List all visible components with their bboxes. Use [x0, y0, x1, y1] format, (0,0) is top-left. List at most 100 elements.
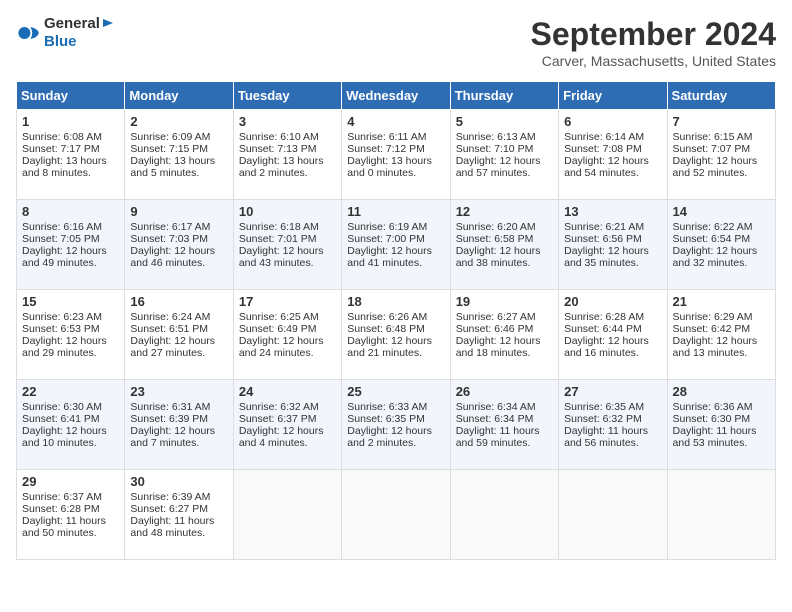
- sunrise-label: Sunrise: 6:28 AM: [564, 311, 644, 323]
- calendar-table: SundayMondayTuesdayWednesdayThursdayFrid…: [16, 81, 776, 560]
- day-number: 22: [22, 384, 119, 399]
- calendar-cell: 7 Sunrise: 6:15 AM Sunset: 7:07 PM Dayli…: [667, 110, 775, 200]
- sunset-label: Sunset: 6:34 PM: [456, 413, 534, 425]
- sunrise-label: Sunrise: 6:37 AM: [22, 491, 102, 503]
- calendar-cell: 20 Sunrise: 6:28 AM Sunset: 6:44 PM Dayl…: [559, 290, 667, 380]
- sunset-label: Sunset: 6:46 PM: [456, 323, 534, 335]
- sunrise-label: Sunrise: 6:26 AM: [347, 311, 427, 323]
- sunrise-label: Sunrise: 6:34 AM: [456, 401, 536, 413]
- sunset-label: Sunset: 6:49 PM: [239, 323, 317, 335]
- sunrise-label: Sunrise: 6:22 AM: [673, 221, 753, 233]
- calendar-cell: 3 Sunrise: 6:10 AM Sunset: 7:13 PM Dayli…: [233, 110, 341, 200]
- sunset-label: Sunset: 6:32 PM: [564, 413, 642, 425]
- week-row-1: 1 Sunrise: 6:08 AM Sunset: 7:17 PM Dayli…: [17, 110, 776, 200]
- calendar-cell: 8 Sunrise: 6:16 AM Sunset: 7:05 PM Dayli…: [17, 200, 125, 290]
- day-number: 8: [22, 204, 119, 219]
- sunrise-label: Sunrise: 6:20 AM: [456, 221, 536, 233]
- week-row-2: 8 Sunrise: 6:16 AM Sunset: 7:05 PM Dayli…: [17, 200, 776, 290]
- calendar-cell: 16 Sunrise: 6:24 AM Sunset: 6:51 PM Dayl…: [125, 290, 233, 380]
- day-number: 12: [456, 204, 553, 219]
- calendar-cell: 17 Sunrise: 6:25 AM Sunset: 6:49 PM Dayl…: [233, 290, 341, 380]
- daylight-label: Daylight: 12 hours and 52 minutes.: [673, 155, 758, 179]
- day-number: 21: [673, 294, 770, 309]
- sunset-label: Sunset: 7:00 PM: [347, 233, 425, 245]
- day-number: 2: [130, 114, 227, 129]
- daylight-label: Daylight: 12 hours and 18 minutes.: [456, 335, 541, 359]
- calendar-cell: 29 Sunrise: 6:37 AM Sunset: 6:28 PM Dayl…: [17, 470, 125, 560]
- calendar-cell: 14 Sunrise: 6:22 AM Sunset: 6:54 PM Dayl…: [667, 200, 775, 290]
- day-number: 5: [456, 114, 553, 129]
- logo-general-text: General: [44, 16, 100, 33]
- sunset-label: Sunset: 6:44 PM: [564, 323, 642, 335]
- daylight-label: Daylight: 12 hours and 27 minutes.: [130, 335, 215, 359]
- day-number: 16: [130, 294, 227, 309]
- day-number: 10: [239, 204, 336, 219]
- header-friday: Friday: [559, 82, 667, 110]
- day-number: 26: [456, 384, 553, 399]
- sunset-label: Sunset: 6:42 PM: [673, 323, 751, 335]
- daylight-label: Daylight: 12 hours and 24 minutes.: [239, 335, 324, 359]
- sunrise-label: Sunrise: 6:15 AM: [673, 131, 753, 143]
- sunrise-label: Sunrise: 6:32 AM: [239, 401, 319, 413]
- day-number: 27: [564, 384, 661, 399]
- daylight-label: Daylight: 11 hours and 50 minutes.: [22, 515, 106, 539]
- day-number: 15: [22, 294, 119, 309]
- day-number: 4: [347, 114, 444, 129]
- day-number: 25: [347, 384, 444, 399]
- sunset-label: Sunset: 6:56 PM: [564, 233, 642, 245]
- daylight-label: Daylight: 12 hours and 49 minutes.: [22, 245, 107, 269]
- sunrise-label: Sunrise: 6:18 AM: [239, 221, 319, 233]
- calendar-cell: 22 Sunrise: 6:30 AM Sunset: 6:41 PM Dayl…: [17, 380, 125, 470]
- daylight-label: Daylight: 12 hours and 57 minutes.: [456, 155, 541, 179]
- sunset-label: Sunset: 7:13 PM: [239, 143, 317, 155]
- day-number: 1: [22, 114, 119, 129]
- sunset-label: Sunset: 6:28 PM: [22, 503, 100, 515]
- sunset-label: Sunset: 6:35 PM: [347, 413, 425, 425]
- calendar-cell: 21 Sunrise: 6:29 AM Sunset: 6:42 PM Dayl…: [667, 290, 775, 380]
- logo-blue-text: Blue: [44, 33, 77, 50]
- day-number: 9: [130, 204, 227, 219]
- header-thursday: Thursday: [450, 82, 558, 110]
- week-row-3: 15 Sunrise: 6:23 AM Sunset: 6:53 PM Dayl…: [17, 290, 776, 380]
- calendar-cell: [233, 470, 341, 560]
- daylight-label: Daylight: 12 hours and 4 minutes.: [239, 425, 324, 449]
- sunrise-label: Sunrise: 6:19 AM: [347, 221, 427, 233]
- calendar-cell: [342, 470, 450, 560]
- sunrise-label: Sunrise: 6:14 AM: [564, 131, 644, 143]
- header-saturday: Saturday: [667, 82, 775, 110]
- sunset-label: Sunset: 6:27 PM: [130, 503, 208, 515]
- calendar-cell: 18 Sunrise: 6:26 AM Sunset: 6:48 PM Dayl…: [342, 290, 450, 380]
- daylight-label: Daylight: 12 hours and 10 minutes.: [22, 425, 107, 449]
- sunset-label: Sunset: 7:17 PM: [22, 143, 100, 155]
- daylight-label: Daylight: 12 hours and 7 minutes.: [130, 425, 215, 449]
- calendar-header-row: SundayMondayTuesdayWednesdayThursdayFrid…: [17, 82, 776, 110]
- daylight-label: Daylight: 12 hours and 32 minutes.: [673, 245, 758, 269]
- sunrise-label: Sunrise: 6:35 AM: [564, 401, 644, 413]
- sunrise-label: Sunrise: 6:30 AM: [22, 401, 102, 413]
- daylight-label: Daylight: 12 hours and 35 minutes.: [564, 245, 649, 269]
- calendar-cell: 2 Sunrise: 6:09 AM Sunset: 7:15 PM Dayli…: [125, 110, 233, 200]
- sunset-label: Sunset: 6:58 PM: [456, 233, 534, 245]
- sunrise-label: Sunrise: 6:29 AM: [673, 311, 753, 323]
- day-number: 30: [130, 474, 227, 489]
- calendar-cell: 25 Sunrise: 6:33 AM Sunset: 6:35 PM Dayl…: [342, 380, 450, 470]
- sunset-label: Sunset: 6:53 PM: [22, 323, 100, 335]
- daylight-label: Daylight: 13 hours and 5 minutes.: [130, 155, 215, 179]
- sunrise-label: Sunrise: 6:39 AM: [130, 491, 210, 503]
- sunset-label: Sunset: 7:05 PM: [22, 233, 100, 245]
- daylight-label: Daylight: 11 hours and 53 minutes.: [673, 425, 757, 449]
- sunset-label: Sunset: 7:12 PM: [347, 143, 425, 155]
- sunrise-label: Sunrise: 6:21 AM: [564, 221, 644, 233]
- daylight-label: Daylight: 12 hours and 21 minutes.: [347, 335, 432, 359]
- calendar-cell: 13 Sunrise: 6:21 AM Sunset: 6:56 PM Dayl…: [559, 200, 667, 290]
- daylight-label: Daylight: 12 hours and 2 minutes.: [347, 425, 432, 449]
- calendar-cell: [667, 470, 775, 560]
- daylight-label: Daylight: 12 hours and 13 minutes.: [673, 335, 758, 359]
- calendar-cell: 11 Sunrise: 6:19 AM Sunset: 7:00 PM Dayl…: [342, 200, 450, 290]
- calendar-cell: 30 Sunrise: 6:39 AM Sunset: 6:27 PM Dayl…: [125, 470, 233, 560]
- calendar-cell: [559, 470, 667, 560]
- sunset-label: Sunset: 7:10 PM: [456, 143, 534, 155]
- sunrise-label: Sunrise: 6:36 AM: [673, 401, 753, 413]
- day-number: 28: [673, 384, 770, 399]
- page-header: General Blue September 2024 Carver, Mass…: [16, 16, 776, 69]
